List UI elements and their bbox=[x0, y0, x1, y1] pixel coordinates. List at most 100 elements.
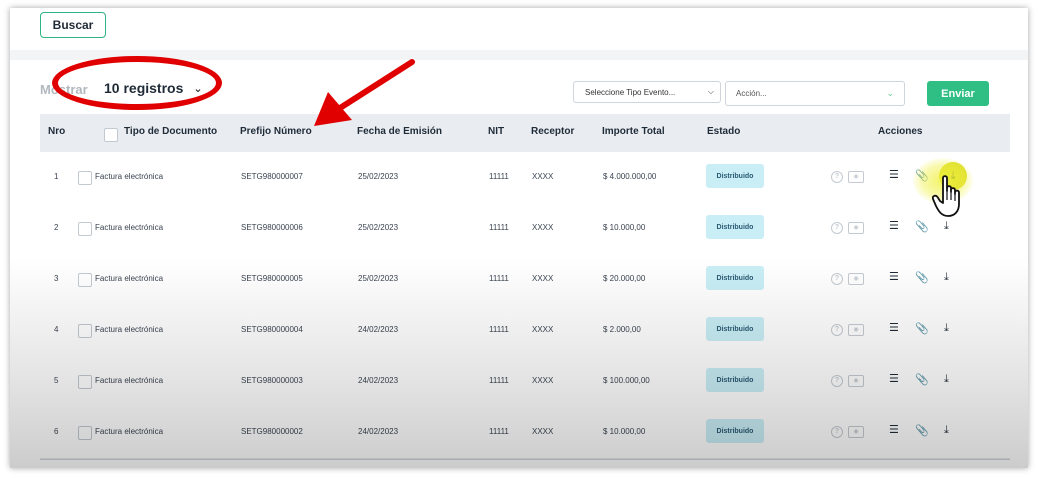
prefix-number: SETG980000003 bbox=[241, 376, 303, 385]
column-header-tipo[interactable]: Tipo de Documento bbox=[124, 126, 217, 137]
chevron-down-icon: ⌄ bbox=[886, 88, 894, 98]
top-band: Buscar bbox=[10, 8, 1028, 50]
paperclip-icon[interactable]: 📎 bbox=[915, 220, 929, 233]
prefix-number: SETG980000006 bbox=[241, 223, 303, 232]
download-icon[interactable]: ⤓ bbox=[944, 424, 949, 437]
document-type: Factura electrónica bbox=[95, 274, 164, 283]
table-bottom-border bbox=[40, 459, 1010, 460]
column-header-nro[interactable]: Nro bbox=[48, 126, 65, 137]
status-badge: Distribuido bbox=[706, 164, 764, 188]
row-number: 5 bbox=[54, 376, 59, 385]
preview-icon[interactable]: ◉ bbox=[848, 324, 864, 336]
help-icon[interactable]: ? bbox=[831, 171, 843, 183]
document-type: Factura electrónica bbox=[95, 427, 164, 436]
row-checkbox[interactable] bbox=[78, 426, 92, 440]
paperclip-icon[interactable]: 📎 bbox=[915, 271, 929, 284]
row-number: 4 bbox=[54, 325, 59, 334]
preview-icon[interactable]: ◉ bbox=[848, 273, 864, 285]
table-header: Nro Tipo de Documento Prefijo Número Fec… bbox=[40, 114, 1010, 152]
nit: 11111 bbox=[489, 376, 509, 385]
event-type-value: Seleccione Tipo Evento... bbox=[585, 87, 676, 97]
row-checkbox[interactable] bbox=[78, 273, 92, 287]
select-all-checkbox[interactable] bbox=[104, 128, 118, 142]
help-icon[interactable]: ? bbox=[831, 222, 843, 234]
search-button[interactable]: Buscar bbox=[40, 12, 106, 38]
row-number: 2 bbox=[54, 223, 59, 232]
preview-icon[interactable]: ◉ bbox=[848, 171, 864, 183]
list-icon[interactable]: ☰ bbox=[889, 272, 899, 283]
send-button[interactable]: Enviar bbox=[927, 81, 989, 106]
help-icon[interactable]: ? bbox=[831, 273, 843, 285]
table-row: 6 Factura electrónica SETG980000002 24/0… bbox=[40, 407, 1010, 459]
total-amount: $ 20.000,00 bbox=[603, 274, 646, 283]
paperclip-icon[interactable]: 📎 bbox=[915, 322, 929, 335]
list-icon[interactable]: ☰ bbox=[889, 170, 899, 181]
list-icon[interactable]: ☰ bbox=[889, 221, 899, 232]
annotation-circle bbox=[52, 56, 222, 110]
column-header-estado[interactable]: Estado bbox=[707, 126, 740, 137]
download-icon[interactable]: ⤓ bbox=[944, 373, 949, 386]
status-badge: Distribuido bbox=[706, 368, 764, 392]
download-icon[interactable]: ⤓ bbox=[944, 322, 949, 335]
row-checkbox[interactable] bbox=[78, 375, 92, 389]
help-icon[interactable]: ? bbox=[831, 426, 843, 438]
receiver: XXXX bbox=[532, 172, 554, 181]
row-checkbox[interactable] bbox=[78, 222, 92, 236]
document-type: Factura electrónica bbox=[95, 325, 164, 334]
prefix-number: SETG980000002 bbox=[241, 427, 303, 436]
column-header-nit[interactable]: NIT bbox=[488, 126, 504, 137]
issue-date: 24/02/2023 bbox=[358, 325, 399, 334]
row-checkbox[interactable] bbox=[78, 171, 92, 185]
help-icon[interactable]: ? bbox=[831, 324, 843, 336]
table-row: 3 Factura electrónica SETG980000005 25/0… bbox=[40, 254, 1010, 306]
issue-date: 24/02/2023 bbox=[358, 427, 399, 436]
action-value: Acción... bbox=[736, 89, 767, 98]
column-header-importe[interactable]: Importe Total bbox=[602, 126, 665, 137]
preview-icon[interactable]: ◉ bbox=[848, 222, 864, 234]
document-type: Factura electrónica bbox=[95, 376, 164, 385]
receiver: XXXX bbox=[532, 427, 554, 436]
total-amount: $ 100.000,00 bbox=[603, 376, 650, 385]
issue-date: 25/02/2023 bbox=[358, 172, 399, 181]
total-amount: $ 4.000.000,00 bbox=[603, 172, 657, 181]
receiver: XXXX bbox=[532, 274, 554, 283]
status-badge: Distribuido bbox=[706, 419, 764, 443]
issue-date: 25/02/2023 bbox=[358, 223, 399, 232]
list-icon[interactable]: ☰ bbox=[889, 323, 899, 334]
table-row: 5 Factura electrónica SETG980000003 24/0… bbox=[40, 356, 1010, 408]
receiver: XXXX bbox=[532, 223, 554, 232]
list-icon[interactable]: ☰ bbox=[889, 374, 899, 385]
app-frame: Buscar Mostrar 10 registros ⌄ Seleccione… bbox=[10, 8, 1028, 468]
table-row: 4 Factura electrónica SETG980000004 24/0… bbox=[40, 305, 1010, 357]
help-icon[interactable]: ? bbox=[831, 375, 843, 387]
table-row: 2 Factura electrónica SETG980000006 25/0… bbox=[40, 203, 1010, 255]
total-amount: $ 10.000,00 bbox=[603, 427, 646, 436]
list-icon[interactable]: ☰ bbox=[889, 425, 899, 436]
nit: 11111 bbox=[489, 172, 509, 181]
nit: 11111 bbox=[489, 274, 509, 283]
download-icon[interactable]: ⤓ bbox=[944, 220, 949, 233]
total-amount: $ 10.000,00 bbox=[603, 223, 646, 232]
download-icon[interactable]: ⤓ bbox=[944, 271, 949, 284]
receiver: XXXX bbox=[532, 325, 554, 334]
paperclip-icon[interactable]: 📎 bbox=[915, 424, 929, 437]
row-number: 3 bbox=[54, 274, 59, 283]
column-header-receptor[interactable]: Receptor bbox=[531, 126, 574, 137]
total-amount: $ 2.000,00 bbox=[603, 325, 641, 334]
table-row: 1 Factura electrónica SETG980000007 25/0… bbox=[40, 152, 1010, 204]
prefix-number: SETG980000007 bbox=[241, 172, 303, 181]
status-badge: Distribuido bbox=[706, 266, 764, 290]
nit: 11111 bbox=[489, 223, 509, 232]
row-number: 6 bbox=[54, 427, 59, 436]
row-checkbox[interactable] bbox=[78, 324, 92, 338]
event-type-select[interactable]: Seleccione Tipo Evento... ⌵ bbox=[573, 81, 721, 103]
preview-icon[interactable]: ◉ bbox=[848, 426, 864, 438]
annotation-arrow-icon bbox=[314, 59, 415, 126]
preview-icon[interactable]: ◉ bbox=[848, 375, 864, 387]
document-type: Factura electrónica bbox=[95, 172, 164, 181]
status-badge: Distribuido bbox=[706, 317, 764, 341]
status-badge: Distribuido bbox=[706, 215, 764, 239]
paperclip-icon[interactable]: 📎 bbox=[915, 373, 929, 386]
chevron-down-icon: ⌵ bbox=[707, 87, 714, 96]
action-select[interactable]: Acción... ⌄ bbox=[725, 81, 905, 106]
